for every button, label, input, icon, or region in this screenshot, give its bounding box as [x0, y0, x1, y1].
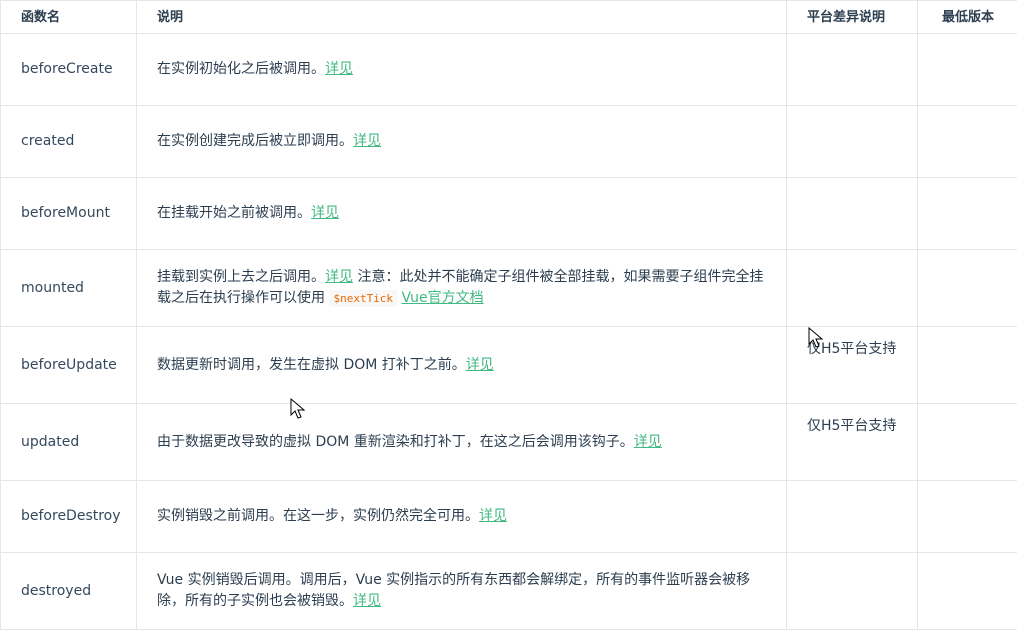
description-cell: Vue 实例销毁后调用。调用后，Vue 实例指示的所有东西都会解绑定，所有的事件… — [137, 553, 787, 630]
lifecycle-hooks-table: 函数名 说明 平台差异说明 最低版本 beforeCreate 在实例初始化之后… — [0, 0, 1017, 630]
header-min-version: 最低版本 — [918, 1, 1017, 34]
header-function-name: 函数名 — [1, 1, 137, 34]
see-details-link[interactable]: 详见 — [353, 133, 381, 149]
see-details-link[interactable]: 详见 — [353, 593, 381, 609]
version-cell — [918, 106, 1017, 178]
see-details-link[interactable]: 详见 — [325, 61, 353, 77]
platform-cell — [787, 553, 918, 630]
table-row: mounted 挂载到实例上去之后调用。详见 注意：此处并不能确定子组件被全部挂… — [1, 250, 1017, 327]
version-cell — [918, 34, 1017, 106]
function-name-cell: beforeUpdate — [1, 327, 137, 404]
table-row: beforeMount 在挂载开始之前被调用。详见 — [1, 178, 1017, 250]
platform-cell — [787, 178, 918, 250]
nexttick-code: $nextTick — [329, 290, 397, 307]
function-name-cell: beforeCreate — [1, 34, 137, 106]
platform-cell — [787, 34, 918, 106]
description-text: 在实例创建完成后被立即调用。 — [157, 133, 353, 149]
table-header-row: 函数名 说明 平台差异说明 最低版本 — [1, 1, 1017, 34]
version-cell — [918, 481, 1017, 553]
table-row: beforeDestroy 实例销毁之前调用。在这一步，实例仍然完全可用。详见 — [1, 481, 1017, 553]
function-name-cell: created — [1, 106, 137, 178]
header-platform-differences: 平台差异说明 — [787, 1, 918, 34]
function-name-cell: beforeDestroy — [1, 481, 137, 553]
description-cell: 在挂载开始之前被调用。详见 — [137, 178, 787, 250]
table-row: updated 由于数据更改导致的虚拟 DOM 重新渲染和打补丁，在这之后会调用… — [1, 404, 1017, 481]
platform-cell — [787, 481, 918, 553]
see-details-link[interactable]: 详见 — [634, 434, 662, 450]
version-cell — [918, 327, 1017, 404]
platform-cell: 仅H5平台支持 — [787, 327, 918, 404]
vue-docs-link[interactable]: Vue官方文档 — [402, 290, 484, 306]
table-row: beforeCreate 在实例初始化之后被调用。详见 — [1, 34, 1017, 106]
function-name-cell: destroyed — [1, 553, 137, 630]
platform-cell — [787, 106, 918, 178]
table-row: created 在实例创建完成后被立即调用。详见 — [1, 106, 1017, 178]
version-cell — [918, 178, 1017, 250]
description-text: 数据更新时调用，发生在虚拟 DOM 打补丁之前。 — [157, 357, 466, 373]
platform-cell — [787, 250, 918, 327]
description-text: 在实例初始化之后被调用。 — [157, 61, 325, 77]
description-cell: 在实例初始化之后被调用。详见 — [137, 34, 787, 106]
see-details-link[interactable]: 详见 — [325, 269, 353, 285]
description-cell: 实例销毁之前调用。在这一步，实例仍然完全可用。详见 — [137, 481, 787, 553]
see-details-link[interactable]: 详见 — [311, 205, 339, 221]
description-text: 由于数据更改导致的虚拟 DOM 重新渲染和打补丁，在这之后会调用该钩子。 — [157, 434, 634, 450]
description-cell: 数据更新时调用，发生在虚拟 DOM 打补丁之前。详见 — [137, 327, 787, 404]
description-text: Vue 实例销毁后调用。调用后，Vue 实例指示的所有东西都会解绑定，所有的事件… — [157, 572, 750, 609]
version-cell — [918, 404, 1017, 481]
version-cell — [918, 250, 1017, 327]
table-row: beforeUpdate 数据更新时调用，发生在虚拟 DOM 打补丁之前。详见 … — [1, 327, 1017, 404]
description-text: 挂载到实例上去之后调用。 — [157, 269, 325, 285]
version-cell — [918, 553, 1017, 630]
function-name-cell: beforeMount — [1, 178, 137, 250]
description-text: 实例销毁之前调用。在这一步，实例仍然完全可用。 — [157, 508, 479, 524]
header-description: 说明 — [137, 1, 787, 34]
platform-cell: 仅H5平台支持 — [787, 404, 918, 481]
function-name-cell: mounted — [1, 250, 137, 327]
description-cell: 挂载到实例上去之后调用。详见 注意：此处并不能确定子组件被全部挂载，如果需要子组… — [137, 250, 787, 327]
see-details-link[interactable]: 详见 — [479, 508, 507, 524]
description-cell: 在实例创建完成后被立即调用。详见 — [137, 106, 787, 178]
description-text: 在挂载开始之前被调用。 — [157, 205, 311, 221]
function-name-cell: updated — [1, 404, 137, 481]
see-details-link[interactable]: 详见 — [466, 357, 494, 373]
description-cell: 由于数据更改导致的虚拟 DOM 重新渲染和打补丁，在这之后会调用该钩子。详见 — [137, 404, 787, 481]
table-row: destroyed Vue 实例销毁后调用。调用后，Vue 实例指示的所有东西都… — [1, 553, 1017, 630]
